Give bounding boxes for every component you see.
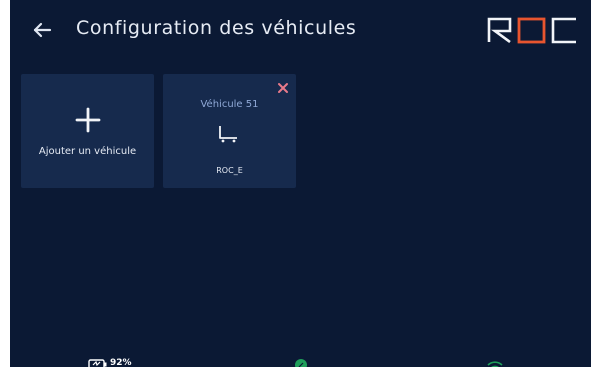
wifi-icon	[487, 361, 503, 367]
screen: Configuration des véhicules Ajouter un v…	[10, 0, 591, 367]
vehicle-model: ROC_E	[216, 166, 243, 175]
battery-percentage: 92%	[110, 358, 132, 367]
add-vehicle-label: Ajouter un véhicule	[38, 146, 137, 157]
cart-icon	[219, 126, 237, 143]
signal-icon	[295, 359, 307, 367]
battery-icon	[88, 359, 107, 367]
close-icon	[278, 83, 288, 93]
vehicle-name: Véhicule 51	[200, 99, 259, 110]
page-title: Configuration des véhicules	[76, 17, 357, 39]
vehicle-card[interactable]: Véhicule 51 ROC_E	[163, 74, 296, 188]
add-vehicle-card[interactable]: Ajouter un véhicule	[21, 74, 154, 188]
arrow-left-icon	[33, 22, 52, 38]
delete-vehicle-button[interactable]	[276, 80, 290, 94]
header: Configuration des véhicules	[10, 0, 591, 64]
roc-logo	[487, 17, 576, 44]
plus-icon	[75, 107, 101, 133]
back-button[interactable]	[28, 16, 56, 44]
